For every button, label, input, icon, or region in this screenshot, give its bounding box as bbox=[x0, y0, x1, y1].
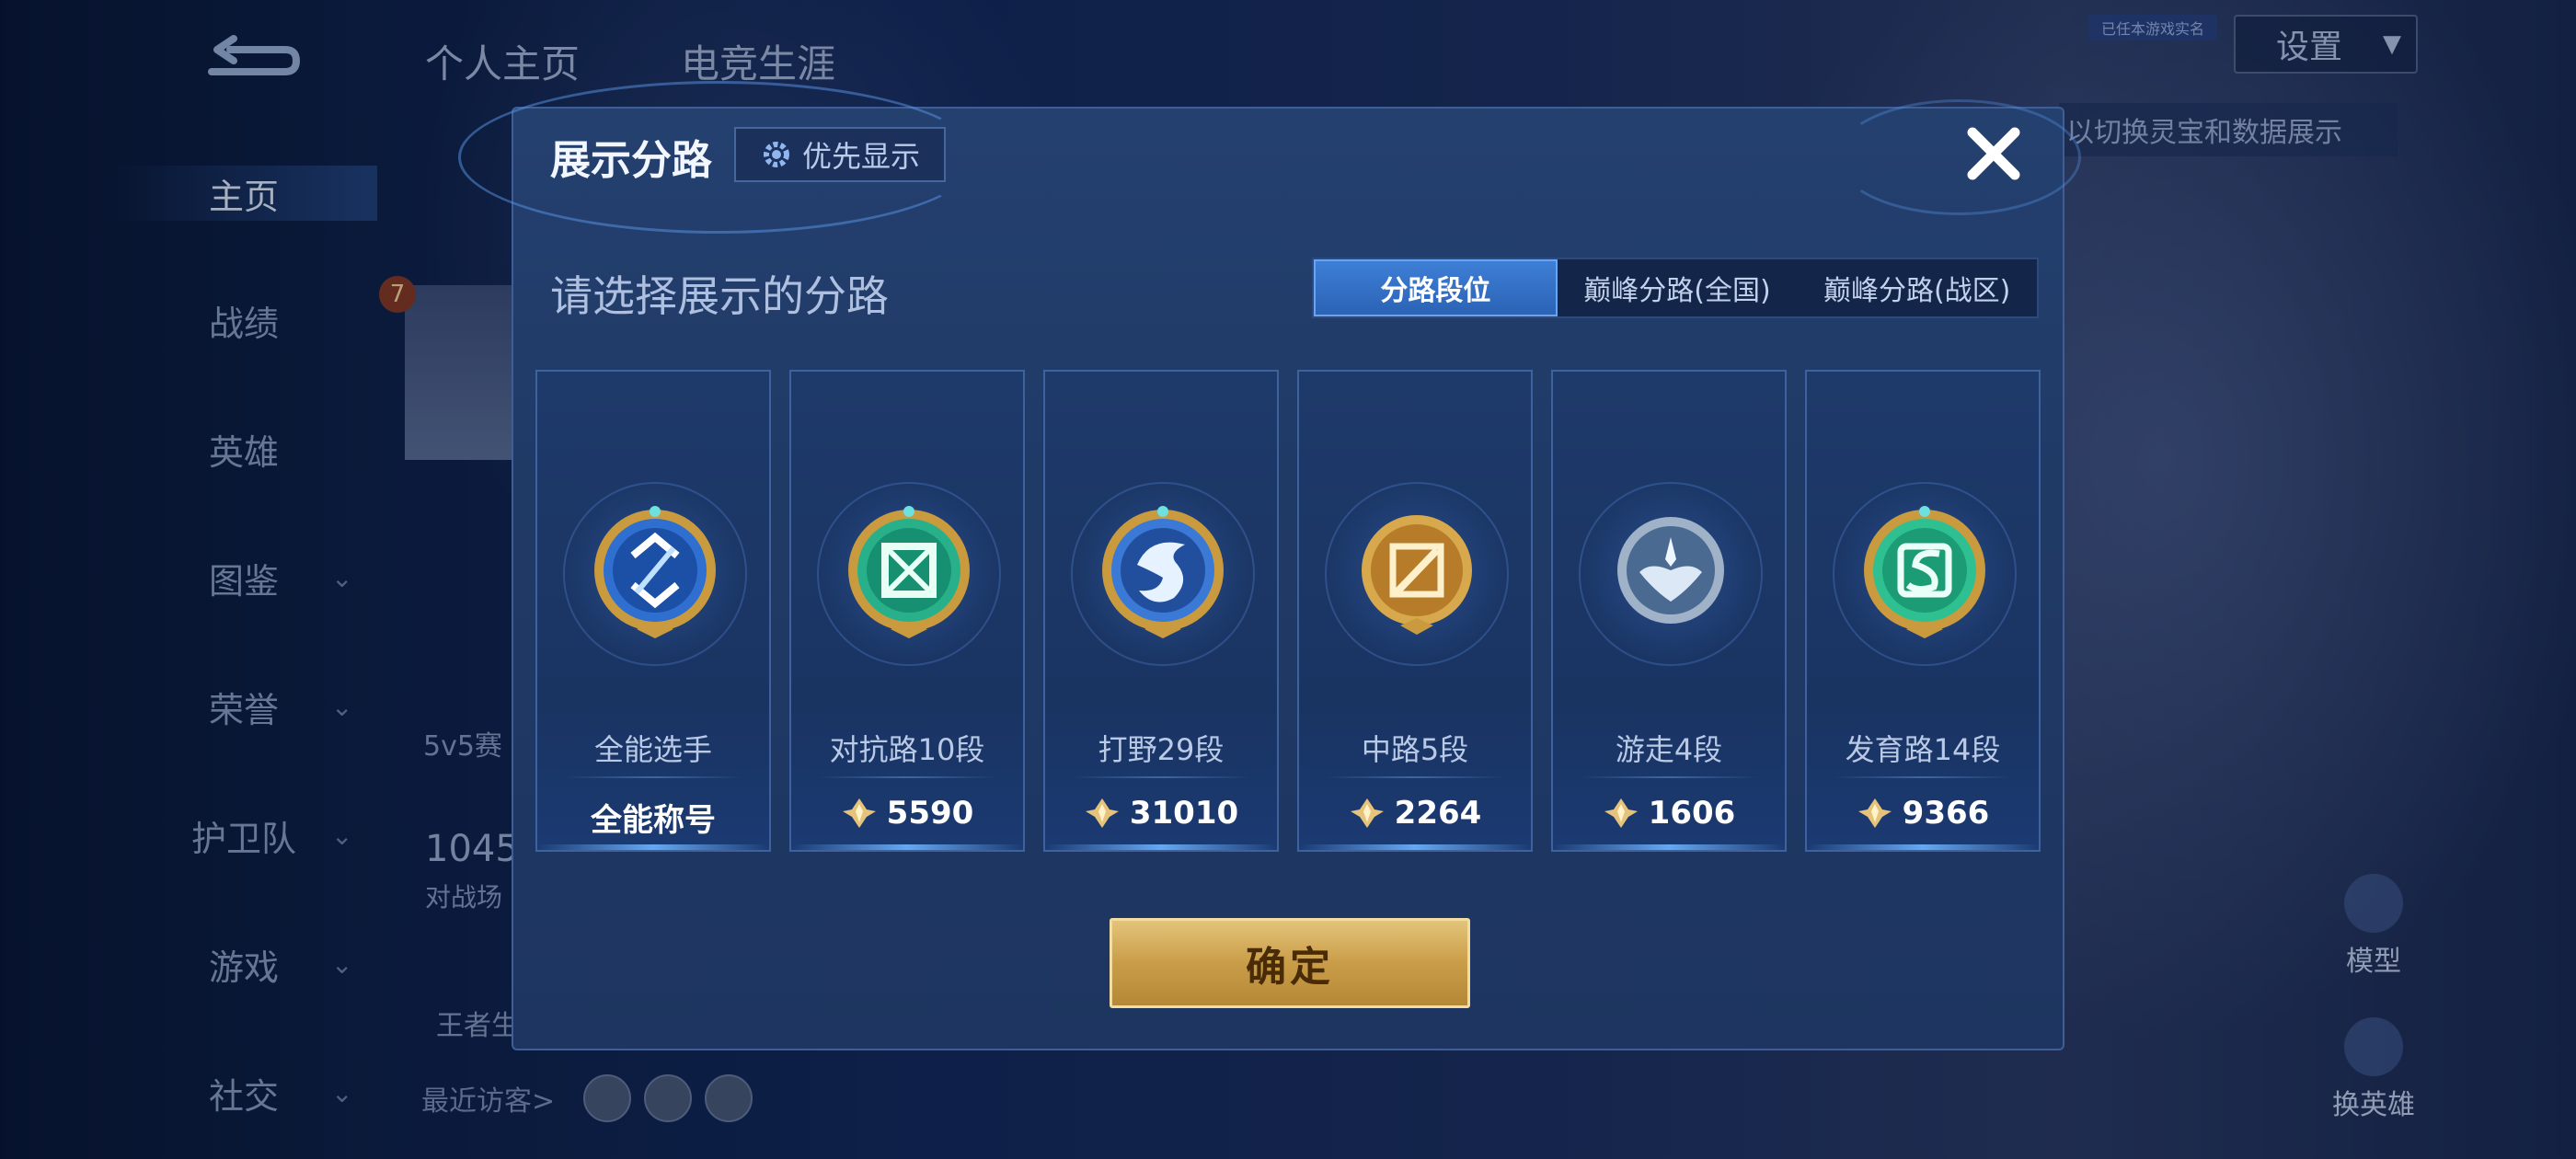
divider bbox=[1834, 776, 2011, 778]
close-icon[interactable] bbox=[1961, 121, 2026, 186]
card-label: 游走4段 bbox=[1615, 732, 1723, 767]
tab-peak-lane-region[interactable]: 巅峰分路(战区) bbox=[1797, 259, 2037, 316]
card-label: 发育路14段 bbox=[1845, 732, 2001, 767]
power-score-icon bbox=[842, 798, 876, 828]
priority-display-button[interactable]: 优先显示 bbox=[734, 127, 946, 182]
card-value-text: 5590 bbox=[886, 795, 974, 832]
farm-lane-badge-icon bbox=[1864, 506, 1985, 638]
card-value-text: 全能称号 bbox=[591, 802, 716, 839]
divider bbox=[565, 776, 742, 778]
tab-peak-lane-national[interactable]: 巅峰分路(全国) bbox=[1558, 259, 1798, 316]
clash-lane-badge-icon bbox=[848, 506, 970, 638]
tab-lane-rank[interactable]: 分路段位 bbox=[1314, 259, 1558, 316]
divider bbox=[819, 776, 995, 778]
card-value: 31010 bbox=[1045, 795, 1277, 832]
card-value: 2264 bbox=[1299, 795, 1531, 832]
dialog-title: 展示分路 bbox=[550, 137, 712, 184]
card-value-text: 9366 bbox=[1902, 795, 1990, 832]
card-label: 打野29段 bbox=[1098, 732, 1225, 767]
power-score-icon bbox=[1350, 798, 1384, 828]
card-value-text: 1606 bbox=[1648, 795, 1736, 832]
lane-card-farm[interactable]: 发育路14段 9366 bbox=[1805, 370, 2041, 852]
decorative-swirl bbox=[1836, 99, 2081, 215]
segment-control: 分路段位 巅峰分路(全国) 巅峰分路(战区) bbox=[1312, 258, 2039, 318]
card-value-text: 31010 bbox=[1129, 795, 1239, 832]
priority-display-label: 优先显示 bbox=[801, 139, 920, 174]
gear-icon bbox=[763, 142, 789, 167]
power-score-icon bbox=[1857, 798, 1892, 828]
dialog-subtitle: 请选择展示的分路 bbox=[550, 271, 889, 321]
lane-card-allround[interactable]: 全能选手 全能称号 bbox=[535, 370, 771, 852]
divider bbox=[1327, 776, 1503, 778]
lane-card-roam[interactable]: 游走4段 1606 bbox=[1551, 370, 1787, 852]
divider bbox=[1581, 776, 1757, 778]
card-value: 9366 bbox=[1807, 795, 2039, 832]
jungle-badge-icon bbox=[1102, 506, 1224, 638]
confirm-button[interactable]: 确定 bbox=[1110, 918, 1470, 1008]
mid-lane-badge-icon bbox=[1362, 515, 1472, 635]
lane-card-mid[interactable]: 中路5段 2264 bbox=[1297, 370, 1533, 852]
divider bbox=[1073, 776, 1249, 778]
card-value: 5590 bbox=[791, 795, 1023, 832]
power-score-icon bbox=[1604, 798, 1638, 828]
card-label: 中路5段 bbox=[1361, 732, 1469, 767]
allround-badge-icon bbox=[594, 506, 716, 638]
lane-display-dialog: 展示分路 优先显示 请选择展示的分路 分路段位 巅峰分路(全国) 巅峰分路(战区… bbox=[458, 81, 2081, 1050]
card-value-text: 2264 bbox=[1394, 795, 1482, 832]
lane-card-jungle[interactable]: 打野29段 31010 bbox=[1043, 370, 1279, 852]
confirm-label: 确定 bbox=[1246, 944, 1334, 991]
card-value: 1606 bbox=[1553, 795, 1785, 832]
power-score-icon bbox=[1085, 798, 1119, 828]
card-label: 对抗路10段 bbox=[829, 732, 985, 767]
lane-card-clash[interactable]: 对抗路10段 5590 bbox=[789, 370, 1025, 852]
card-value: 全能称号 bbox=[537, 795, 769, 840]
roam-badge-icon bbox=[1617, 517, 1724, 624]
card-label: 全能选手 bbox=[593, 732, 712, 767]
